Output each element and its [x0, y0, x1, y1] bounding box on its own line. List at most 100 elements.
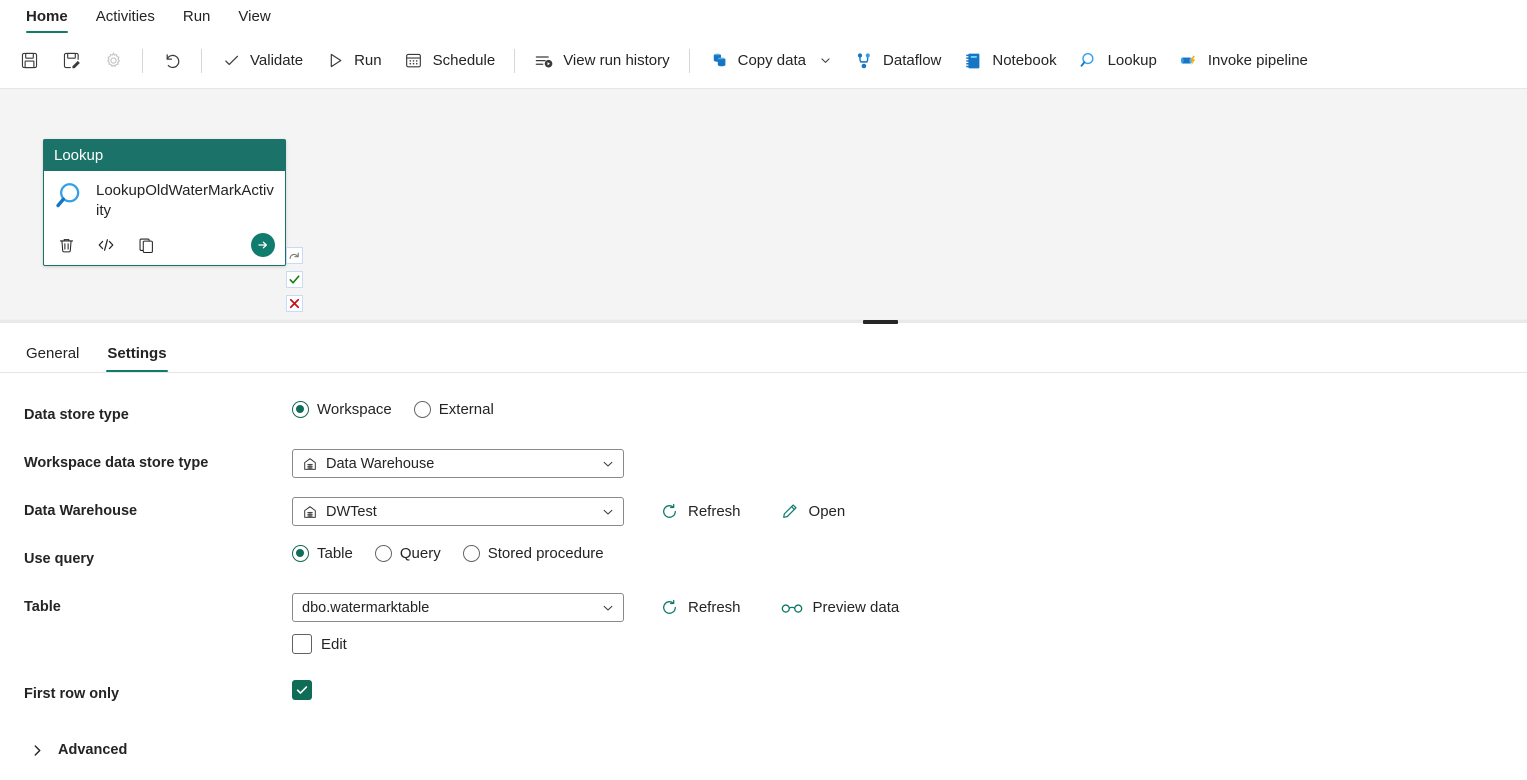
data-warehouse-open-button[interactable]: Open [776, 498, 850, 526]
radio-stored-procedure-label: Stored procedure [487, 545, 604, 562]
dataflow-icon [854, 51, 874, 71]
copy-data-button[interactable]: Copy data [698, 43, 843, 79]
notebook-button[interactable]: Notebook [952, 43, 1067, 79]
workspace-data-store-type-label: Workspace data store type [24, 455, 209, 471]
chevron-down-icon [601, 457, 615, 471]
lookup-activity-icon [54, 179, 88, 213]
ribbon-tab-activities[interactable]: Activities [82, 8, 169, 33]
settings-form: Data store type Workspace External Works… [0, 373, 1527, 780]
preview-data-button[interactable]: Preview data [776, 594, 904, 622]
copy-data-icon [709, 51, 729, 71]
first-row-only-checkbox[interactable] [292, 680, 312, 700]
data-store-type-control: Workspace External [292, 401, 494, 418]
view-run-history-label: View run history [563, 52, 670, 69]
radio-workspace-label: Workspace [317, 401, 392, 418]
view-run-history-button[interactable]: View run history [523, 43, 680, 79]
lookup-label: Lookup [1107, 52, 1157, 69]
toolbar-separator-3 [514, 48, 516, 73]
refresh-icon [659, 598, 679, 618]
undo-button[interactable] [151, 43, 193, 79]
data-warehouse-value: DWTest [326, 503, 377, 520]
connector-on-skip[interactable] [286, 247, 303, 264]
panel-splitter[interactable] [0, 319, 1527, 324]
activity-run-button[interactable] [251, 233, 275, 257]
warehouse-icon [302, 504, 318, 520]
workspace-data-store-type-control: Data Warehouse [292, 449, 624, 478]
play-icon [325, 51, 345, 71]
radio-query[interactable]: Query [374, 545, 441, 562]
data-store-type-radiogroup: Workspace External [292, 401, 494, 418]
data-warehouse-open-label: Open [808, 503, 846, 520]
ribbon-tab-home[interactable]: Home [12, 8, 82, 33]
pencil-icon [780, 502, 800, 522]
row-data-warehouse: Data Warehouse DWTest Refresh Open [0, 497, 1527, 529]
checkmark-icon [221, 51, 241, 71]
lookup-icon [1079, 51, 1099, 71]
radio-workspace[interactable]: Workspace [292, 401, 392, 418]
checkbox-unchecked-box [292, 634, 312, 654]
row-workspace-data-store-type: Workspace data store type Data Warehouse [0, 449, 1527, 481]
table-edit-label: Edit [321, 635, 347, 653]
ribbon-tab-run-label: Run [182, 8, 211, 25]
radio-table[interactable]: Table [292, 545, 353, 562]
lookup-button[interactable]: Lookup [1068, 43, 1168, 79]
data-warehouse-dropdown[interactable]: DWTest [292, 497, 624, 526]
ribbon-tabstrip: Home Activities Run View [0, 0, 1527, 33]
undo-icon [162, 51, 182, 71]
advanced-label: Advanced [58, 742, 128, 758]
activity-connectors [286, 247, 303, 319]
tab-settings[interactable]: Settings [93, 345, 180, 372]
table-edit-checkbox[interactable]: Edit [292, 634, 903, 654]
save-button[interactable] [8, 43, 50, 79]
pipeline-canvas[interactable]: Lookup LookupOldWaterMarkActivity [0, 89, 1527, 319]
radio-external-label: External [438, 401, 494, 418]
radio-stored-procedure-dot [462, 545, 480, 562]
data-warehouse-refresh-button[interactable]: Refresh [655, 498, 745, 526]
run-button[interactable]: Run [314, 43, 393, 79]
data-warehouse-control: DWTest Refresh Open [292, 497, 849, 526]
advanced-section-toggle[interactable]: Advanced [24, 738, 133, 762]
warehouse-icon [302, 456, 318, 472]
dataflow-button[interactable]: Dataflow [843, 43, 952, 79]
code-icon[interactable] [96, 235, 116, 255]
tab-general[interactable]: General [12, 345, 93, 372]
row-data-store-type: Data store type Workspace External [0, 401, 1527, 433]
chevron-down-icon [601, 505, 615, 519]
table-dropdown[interactable]: dbo.watermarktable [292, 593, 624, 622]
radio-stored-procedure[interactable]: Stored procedure [462, 545, 604, 562]
invoke-pipeline-button[interactable]: Invoke pipeline [1168, 43, 1319, 79]
save-icon [19, 51, 39, 71]
notebook-icon [963, 51, 983, 71]
workspace-data-store-type-dropdown[interactable]: Data Warehouse [292, 449, 624, 478]
splitter-grip[interactable] [863, 320, 898, 324]
use-query-control: Table Query Stored procedure [292, 545, 604, 562]
preview-data-label: Preview data [812, 599, 900, 616]
radio-external[interactable]: External [413, 401, 494, 418]
radio-table-label: Table [317, 545, 353, 562]
data-warehouse-refresh-label: Refresh [688, 503, 741, 520]
schedule-button[interactable]: Schedule [393, 43, 507, 79]
gear-icon [103, 51, 123, 71]
ribbon-tab-activities-label: Activities [95, 8, 155, 25]
validate-label: Validate [250, 52, 304, 69]
chevron-down-icon [601, 601, 615, 615]
table-refresh-label: Refresh [688, 599, 741, 616]
details-tabstrip: General Settings [0, 323, 1527, 373]
run-history-icon [534, 51, 554, 71]
ribbon-tab-run[interactable]: Run [169, 8, 225, 33]
table-refresh-button[interactable]: Refresh [655, 594, 745, 622]
activity-card-header: Lookup [44, 140, 285, 171]
delete-icon[interactable] [56, 235, 76, 255]
connector-on-success[interactable] [286, 271, 303, 288]
save-as-button[interactable] [50, 43, 92, 79]
validate-button[interactable]: Validate [210, 43, 314, 79]
settings-button[interactable] [92, 43, 134, 79]
chevron-down-icon [819, 54, 832, 67]
use-query-radiogroup: Table Query Stored procedure [292, 545, 604, 562]
ribbon-tab-view[interactable]: View [224, 8, 284, 33]
ribbon-tab-home-label: Home [26, 8, 68, 25]
connector-on-failure[interactable] [286, 295, 303, 312]
radio-table-dot [292, 545, 309, 562]
activity-card-lookup[interactable]: Lookup LookupOldWaterMarkActivity [43, 139, 286, 266]
duplicate-icon[interactable] [136, 235, 156, 255]
